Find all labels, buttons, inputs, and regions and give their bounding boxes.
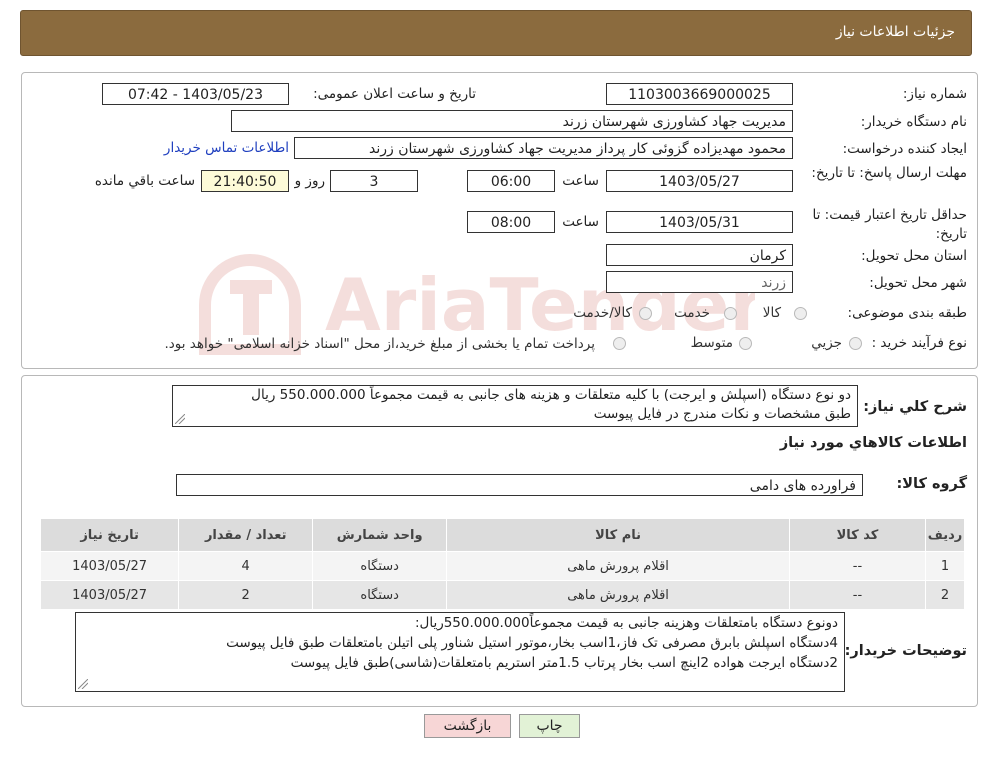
days-label: روز و <box>294 173 325 189</box>
goods-section-title: اطلاعات کالاهاي مورد نياز <box>779 435 967 451</box>
goods-group-label: گروه کالا: <box>896 476 967 492</box>
process-option-medium: متوسط <box>690 335 733 351</box>
col-row-number: ردیف <box>925 518 965 552</box>
description-line-1: دو نوع دستگاه (اسپلش و ایرجت) با کلیه مت… <box>251 387 851 403</box>
buyer-notes-line-2: 4دستگاه اسپلش بابرق مصرفی تک فاز،1اسب بخ… <box>226 635 838 651</box>
province-label: استان محل تحویل: <box>861 248 967 264</box>
col-need-date: تاریخ نیاز <box>39 518 180 552</box>
validity-date-field: 1403/05/31 <box>606 211 793 233</box>
buyer-notes-line-1: دونوع دستگاه بامتعلقات وهزینه جانبی به ق… <box>414 615 838 631</box>
need-number-label: شماره نیاز: <box>902 86 967 102</box>
buyer-notes-line-3: 2دستگاه ایرجت هواده 2اینچ اسب بخار پرتاب… <box>290 655 838 671</box>
table-row[interactable]: 1 -- اقلام پرورش ماهی دستگاه 4 1403/05/2… <box>39 551 965 581</box>
category-option-service: خدمت <box>674 305 710 321</box>
days-field: 3 <box>330 170 418 192</box>
remaining-label: ساعت باقي مانده <box>94 173 195 189</box>
cell-quantity: 4 <box>178 551 314 581</box>
category-radio-service[interactable] <box>724 307 737 320</box>
category-radio-goods[interactable] <box>794 307 807 320</box>
description-box: دو نوع دستگاه (اسپلش و ایرجت) با کلیه مت… <box>172 385 858 427</box>
buyer-label: نام دستگاه خریدار: <box>860 114 967 130</box>
back-button[interactable]: بازگشت <box>424 714 511 738</box>
resize-grip-icon[interactable] <box>175 414 185 424</box>
process-label: نوع فرآیند خرید : <box>871 335 967 351</box>
resize-grip-icon[interactable] <box>78 679 88 689</box>
cell-quantity: 2 <box>178 580 314 610</box>
goods-group-field: فراورده های دامی <box>176 474 863 496</box>
process-radio-minor[interactable] <box>849 337 862 350</box>
treasury-checkbox[interactable] <box>613 337 626 350</box>
city-field: زرند <box>606 271 793 293</box>
validity-time-label: ساعت <box>562 214 599 230</box>
table-header-row: ردیف کد کالا نام کالا واحد شمارش تعداد /… <box>39 518 965 552</box>
buyer-notes-label: توضیحات خریدار: <box>844 643 967 659</box>
print-button[interactable]: چاپ <box>519 714 580 738</box>
description-line-2: طبق مشخصات و نکات مندرج در فایل پیوست <box>593 406 851 422</box>
page-header: جزئیات اطلاعات نیاز <box>20 10 972 56</box>
col-unit: واحد شمارش <box>312 518 448 552</box>
cell-unit: دستگاه <box>312 551 448 581</box>
cell-unit: دستگاه <box>312 580 448 610</box>
buyer-contact-link[interactable]: اطلاعات تماس خریدار <box>164 140 289 156</box>
deadline-time-field: 06:00 <box>467 170 555 192</box>
process-option-minor: جزیي <box>811 335 842 351</box>
province-field: کرمان <box>606 244 793 266</box>
category-label: طبقه بندی موضوعی: <box>847 305 967 321</box>
col-goods-code: کد کالا <box>788 518 927 552</box>
table-row[interactable]: 2 -- اقلام پرورش ماهی دستگاه 2 1403/05/2… <box>39 580 965 610</box>
category-option-goods: کالا <box>762 305 781 321</box>
need-number-field: 1103003669000025 <box>606 83 793 105</box>
category-option-goods-service: کالا/خدمت <box>573 305 632 321</box>
deadline-time-label: ساعت <box>562 173 599 189</box>
buyer-field: مدیریت جهاد کشاورزی شهرستان زرند <box>231 110 793 132</box>
announce-field: 1403/05/23 - 07:42 <box>102 83 289 105</box>
cell-row-number: 1 <box>925 551 965 581</box>
deadline-label: مهلت ارسال پاسخ: تا تاریخ: <box>811 165 967 181</box>
col-goods-name: نام کالا <box>446 518 790 552</box>
cell-goods-name: اقلام پرورش ماهی <box>446 551 790 581</box>
cell-need-date: 1403/05/27 <box>39 580 180 610</box>
col-quantity: تعداد / مقدار <box>178 518 314 552</box>
process-note: پرداخت تمام یا بخشی از مبلغ خرید،از محل … <box>164 336 595 352</box>
process-radio-medium[interactable] <box>739 337 752 350</box>
validity-label: حداقل تاریخ اعتبار قیمت: تا تاریخ: <box>812 207 967 242</box>
creator-field: محمود مهدیزاده گزوئی کار پرداز مدیریت جه… <box>294 137 793 159</box>
cell-goods-name: اقلام پرورش ماهی <box>446 580 790 610</box>
city-label: شهر محل تحویل: <box>869 275 967 291</box>
cell-row-number: 2 <box>925 580 965 610</box>
deadline-date-field: 1403/05/27 <box>606 170 793 192</box>
description-label: شرح كلي نياز: <box>863 399 967 415</box>
cell-goods-code: -- <box>788 551 927 581</box>
category-radio-goods-service[interactable] <box>639 307 652 320</box>
cell-goods-code: -- <box>788 580 927 610</box>
cell-need-date: 1403/05/27 <box>39 551 180 581</box>
buyer-notes-box: دونوع دستگاه بامتعلقات وهزینه جانبی به ق… <box>75 612 845 692</box>
page-title: جزئیات اطلاعات نیاز <box>835 24 955 40</box>
remaining-time-field: 21:40:50 <box>201 170 289 192</box>
validity-time-field: 08:00 <box>467 211 555 233</box>
creator-label: ایجاد کننده درخواست: <box>842 141 967 157</box>
goods-table: ردیف کد کالا نام کالا واحد شمارش تعداد /… <box>39 518 965 610</box>
announce-label: تاریخ و ساعت اعلان عمومی: <box>313 86 476 102</box>
